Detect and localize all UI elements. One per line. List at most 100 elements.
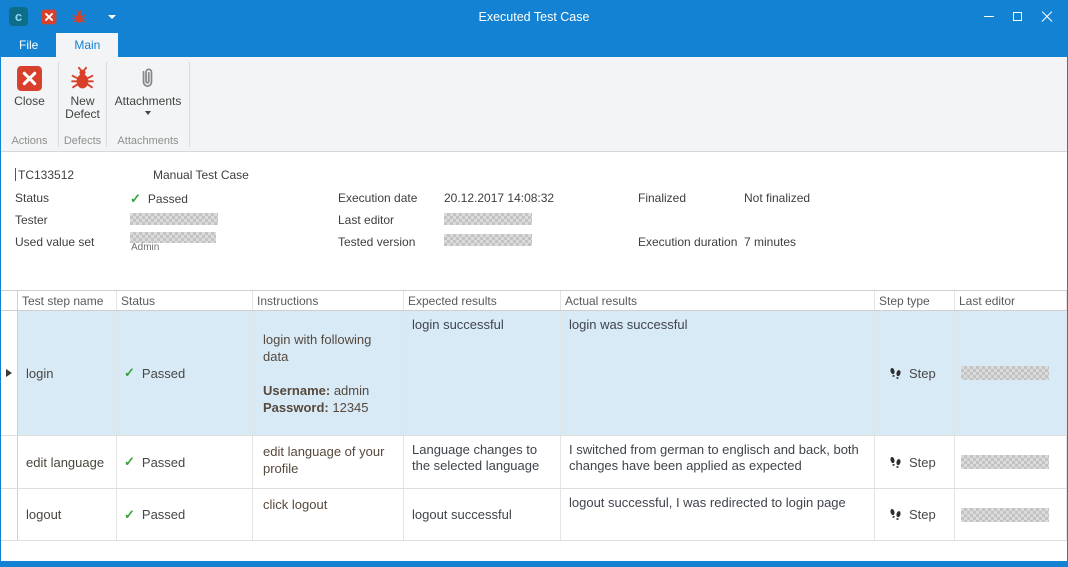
app-logo-icon[interactable]: c bbox=[9, 7, 28, 26]
test-step-name-text: logout bbox=[26, 507, 61, 522]
row-indicator[interactable] bbox=[1, 311, 18, 435]
check-icon: ✓ bbox=[124, 507, 135, 523]
execution-date-label: Execution date bbox=[338, 191, 417, 205]
used-value-set-label: Used value set bbox=[15, 235, 94, 249]
cell-step-type[interactable]: Step bbox=[875, 489, 955, 540]
used-value-set-value: Admin bbox=[131, 242, 159, 253]
details-panel: TC133512 Manual Test Case Status ✓Passed… bbox=[1, 152, 1067, 290]
row-indicator[interactable] bbox=[1, 436, 18, 488]
ribbon: Close Actions New Defect bbox=[1, 57, 1067, 152]
cell-test-step-name[interactable]: logout bbox=[18, 489, 117, 540]
ribbon-group-label-actions: Actions bbox=[11, 134, 47, 151]
step-footprints-icon bbox=[888, 507, 903, 522]
tab-file[interactable]: File bbox=[1, 33, 56, 57]
ribbon-group-attachments: Attachments Attachments bbox=[107, 57, 189, 151]
actual-results-text: I switched from german to englisch and b… bbox=[569, 442, 870, 474]
cell-test-step-name[interactable]: edit language bbox=[18, 436, 117, 488]
close-window-button[interactable] bbox=[1032, 5, 1061, 29]
instructions-text: click logout bbox=[263, 496, 393, 513]
close-icon bbox=[1041, 11, 1053, 23]
cell-instructions[interactable]: click logout bbox=[253, 489, 404, 540]
attachments-dropdown-arrow-icon bbox=[145, 111, 151, 115]
column-header-instructions[interactable]: Instructions bbox=[253, 291, 404, 310]
tester-label: Tester bbox=[15, 213, 48, 227]
finalized-value: Not finalized bbox=[744, 191, 810, 205]
qat-customize-chevron-icon[interactable] bbox=[108, 15, 116, 19]
cell-status[interactable]: ✓Passed bbox=[117, 311, 253, 435]
cell-expected-results[interactable]: login successful bbox=[404, 311, 561, 435]
last-editor-redacted bbox=[961, 366, 1049, 380]
status-value-text: Passed bbox=[148, 192, 188, 206]
minimize-icon bbox=[984, 16, 994, 17]
close-button[interactable]: Close bbox=[11, 62, 48, 109]
table-row[interactable]: logout ✓ Passed click logout logout successf… bbox=[1, 489, 1067, 541]
cell-last-editor[interactable] bbox=[955, 489, 1067, 540]
ribbon-group-defects: New Defect Defects bbox=[59, 57, 106, 151]
instructions-text: edit language of your profile bbox=[263, 443, 393, 477]
last-editor-value-redacted bbox=[444, 213, 532, 225]
ribbon-group-actions: Close Actions bbox=[1, 57, 58, 151]
maximize-button[interactable] bbox=[1003, 5, 1032, 29]
cell-step-type[interactable]: Step bbox=[875, 311, 955, 435]
instructions-text: login with following data Username: admi… bbox=[263, 331, 393, 416]
cell-expected-results[interactable]: Language changes to the selected languag… bbox=[404, 436, 561, 488]
quick-access-toolbar: c bbox=[9, 7, 116, 26]
test-step-name-text: edit language bbox=[26, 455, 104, 470]
column-header-test-step-name[interactable]: Test step name bbox=[18, 291, 117, 310]
new-defect-button[interactable]: New Defect bbox=[58, 62, 108, 122]
grid-header: Test step name Status Instructions Expec… bbox=[1, 290, 1067, 311]
check-icon: ✓ bbox=[130, 191, 141, 206]
header-gutter bbox=[1, 291, 18, 310]
new-defect-button-label: New Defect bbox=[61, 95, 105, 121]
executed-test-case-window: c Executed Test Cas bbox=[0, 0, 1068, 567]
cell-status[interactable]: ✓Passed bbox=[117, 436, 253, 488]
column-header-status[interactable]: Status bbox=[117, 291, 253, 310]
table-row[interactable]: edit language ✓Passed edit language of you… bbox=[1, 436, 1067, 489]
cell-last-editor[interactable] bbox=[955, 436, 1067, 488]
cell-test-step-name[interactable]: login bbox=[18, 311, 117, 435]
cell-actual-results[interactable]: I switched from german to englisch and b… bbox=[561, 436, 875, 488]
step-type-text: Step bbox=[909, 455, 936, 470]
close-icon bbox=[16, 65, 43, 92]
tab-main[interactable]: Main bbox=[56, 33, 118, 57]
quick-new-defect-button[interactable] bbox=[70, 8, 88, 26]
ribbon-group-label-defects: Defects bbox=[64, 134, 101, 151]
attachments-button[interactable]: Attachments bbox=[112, 62, 185, 116]
expected-results-text: Language changes to the selected languag… bbox=[412, 442, 556, 474]
ribbon-group-label-attachments: Attachments bbox=[117, 134, 178, 151]
selected-row-arrow-icon bbox=[6, 369, 12, 377]
table-row[interactable]: login ✓Passedlogin with following data Us… bbox=[1, 311, 1067, 436]
cell-instructions[interactable]: login with following data Username: admi… bbox=[253, 311, 404, 435]
finalized-label: Finalized bbox=[638, 191, 686, 205]
last-editor-redacted bbox=[961, 455, 1049, 469]
close-icon bbox=[41, 9, 57, 25]
cell-last-editor[interactable] bbox=[955, 311, 1067, 435]
last-editor-label: Last editor bbox=[338, 213, 394, 227]
column-header-actual-results[interactable]: Actual results bbox=[561, 291, 875, 310]
column-header-expected-results[interactable]: Expected results bbox=[404, 291, 561, 310]
quick-close-button[interactable] bbox=[40, 8, 58, 26]
status-text: Passed bbox=[142, 507, 185, 522]
text-cursor bbox=[15, 168, 16, 181]
cell-step-type[interactable]: Step bbox=[875, 436, 955, 488]
cell-status[interactable]: ✓ Passed bbox=[117, 489, 253, 540]
tested-version-label: Tested version bbox=[338, 235, 415, 249]
cell-instructions[interactable]: edit language of your profile bbox=[253, 436, 404, 488]
title-bar: c Executed Test Cas bbox=[1, 0, 1067, 33]
column-header-last-editor[interactable]: Last editor bbox=[955, 291, 1067, 310]
column-header-step-type[interactable]: Step type bbox=[875, 291, 955, 310]
cell-actual-results[interactable]: login was successful bbox=[561, 311, 875, 435]
cell-actual-results[interactable]: logout successful, I was redirected to l… bbox=[561, 489, 875, 540]
ribbon-tab-strip: File Main bbox=[1, 33, 1067, 57]
bug-icon bbox=[69, 65, 96, 92]
step-footprints-icon bbox=[888, 455, 903, 470]
step-type-text: Step bbox=[909, 507, 936, 522]
row-indicator[interactable] bbox=[1, 489, 18, 540]
check-icon: ✓ bbox=[124, 454, 135, 470]
window-title: Executed Test Case bbox=[1, 10, 1067, 24]
expected-results-text: logout successful bbox=[412, 507, 512, 523]
cell-expected-results[interactable]: logout successful bbox=[404, 489, 561, 540]
test-case-type: Manual Test Case bbox=[153, 168, 249, 182]
minimize-button[interactable] bbox=[974, 5, 1003, 29]
test-step-name-text: login bbox=[26, 366, 53, 381]
